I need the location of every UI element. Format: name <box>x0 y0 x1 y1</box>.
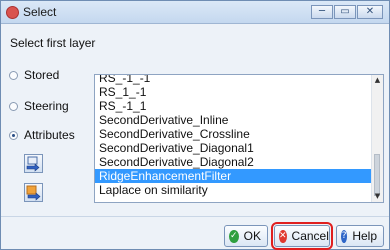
ok-label: OK <box>243 229 261 243</box>
button-divider <box>1 216 389 217</box>
select-dialog: Select ─ ▭ ✕ Select first layer Stored S… <box>0 0 390 250</box>
list-item[interactable]: SecondDerivative_Diagonal2 <box>95 155 371 169</box>
layer-list[interactable]: RS_-1_-1 RS_1_-1 RS_-1_1 SecondDerivativ… <box>94 74 384 203</box>
ok-button[interactable]: ✓ OK <box>224 225 268 247</box>
window-title: Select <box>23 5 57 19</box>
cancel-label: Cancel <box>291 229 329 243</box>
radio-stored[interactable]: Stored <box>9 68 59 82</box>
list-item[interactable]: RS_-1_-1 <box>95 75 371 85</box>
list-item[interactable]: SecondDerivative_Diagonal1 <box>95 141 371 155</box>
list-item[interactable]: SecondDerivative_Crossline <box>95 127 371 141</box>
window-controls: ─ ▭ ✕ <box>311 5 383 19</box>
list-item[interactable]: Laplace on similarity <box>95 183 371 197</box>
radio-indicator-steering[interactable] <box>9 101 18 111</box>
list-scrollbar[interactable]: ▲ ▼ <box>371 75 383 202</box>
import-attributes-button[interactable] <box>24 154 43 173</box>
list-item[interactable]: SecondDerivative_Inline <box>95 113 371 127</box>
radio-label-stored: Stored <box>24 68 60 82</box>
title-bar: Select ─ ▭ ✕ <box>1 1 389 24</box>
minimize-button[interactable]: ─ <box>311 5 333 19</box>
radio-attributes[interactable]: Attributes <box>9 128 75 142</box>
radio-indicator-stored[interactable] <box>9 70 18 80</box>
export-icon <box>26 185 41 201</box>
app-icon <box>6 6 19 19</box>
scroll-down-icon[interactable]: ▼ <box>372 191 383 202</box>
radio-label-attributes: Attributes <box>24 128 75 142</box>
close-button[interactable]: ✕ <box>357 5 383 19</box>
cancel-button[interactable]: ✕ Cancel <box>271 222 333 250</box>
maximize-button[interactable]: ▭ <box>334 5 356 19</box>
list-item[interactable]: RS_1_-1 <box>95 85 371 99</box>
import-icon <box>26 156 40 172</box>
help-label: Help <box>352 229 377 243</box>
layer-list-items: RS_-1_-1 RS_1_-1 RS_-1_1 SecondDerivativ… <box>95 75 371 197</box>
checkmark-icon: ✓ <box>229 229 239 243</box>
scroll-thumb[interactable] <box>374 154 380 196</box>
dialog-prompt: Select first layer <box>10 36 96 50</box>
radio-indicator-attributes[interactable] <box>9 130 18 140</box>
list-item[interactable]: RS_-1_1 <box>95 99 371 113</box>
radio-steering[interactable]: Steering <box>9 99 69 113</box>
export-attributes-button[interactable] <box>24 183 43 202</box>
radio-label-steering: Steering <box>24 99 69 113</box>
cancel-icon: ✕ <box>279 229 287 243</box>
help-button[interactable]: ? Help <box>336 225 384 247</box>
help-icon: ? <box>341 229 348 243</box>
scroll-up-icon[interactable]: ▲ <box>372 75 383 86</box>
list-item-selected[interactable]: RidgeEnhancementFilter <box>95 169 371 183</box>
